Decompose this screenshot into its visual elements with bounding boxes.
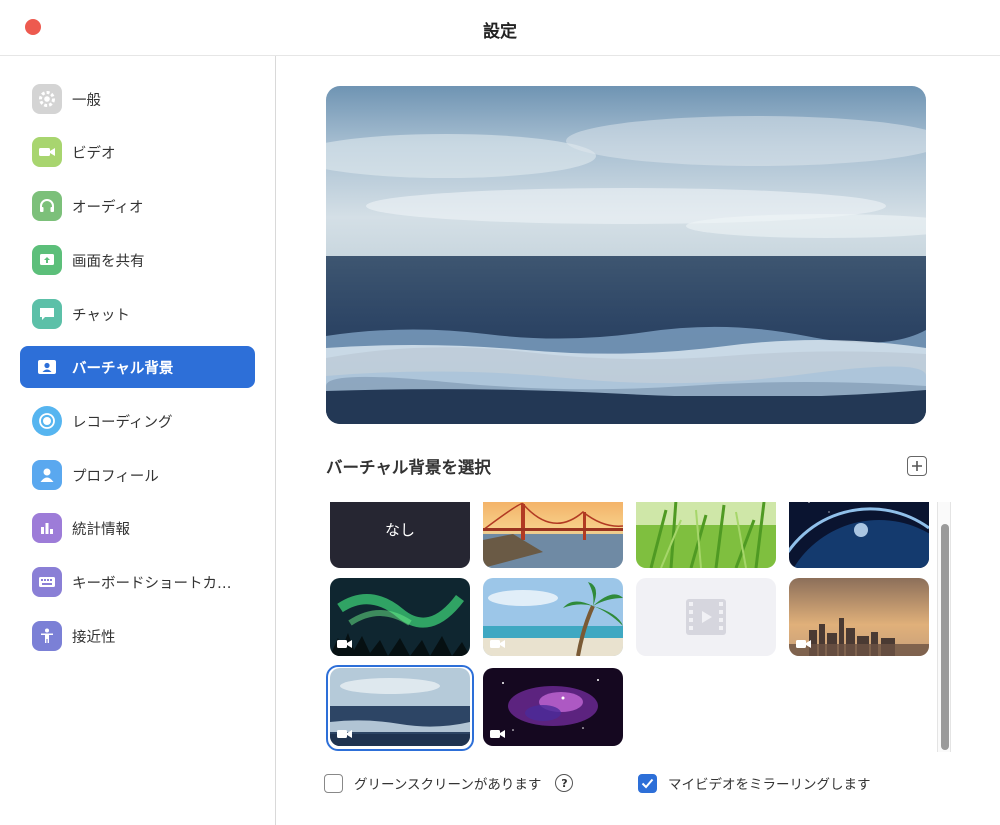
none-label: なし bbox=[384, 520, 415, 539]
plus-icon bbox=[912, 461, 922, 471]
green-screen-checkbox[interactable] bbox=[324, 773, 343, 793]
thumbnail-golden-gate-bridge[interactable] bbox=[483, 502, 623, 568]
scrollbar-thumb[interactable] bbox=[941, 524, 949, 750]
mirror-video-checkbox[interactable] bbox=[638, 773, 657, 793]
sidebar-item-statistics[interactable]: 統計情報 bbox=[20, 507, 255, 549]
thumbnail-earth-from-space[interactable] bbox=[789, 502, 929, 568]
sidebar-item-label: オーディオ bbox=[72, 199, 144, 216]
sidebar-item-recording[interactable]: レコーディング bbox=[20, 400, 255, 442]
sidebar-item-general[interactable]: 一般 bbox=[20, 78, 255, 120]
mirror-video-option[interactable]: マイビデオをミラーリングします bbox=[638, 773, 871, 793]
sidebar-item-label: 一般 bbox=[72, 92, 101, 109]
sidebar-item-chat[interactable]: チャット bbox=[20, 293, 255, 335]
accessibility-icon bbox=[32, 621, 62, 651]
thumbnail-none[interactable]: なし bbox=[330, 502, 470, 568]
video-camera-icon bbox=[490, 730, 505, 738]
background-preview bbox=[326, 86, 926, 424]
checkmark-icon bbox=[641, 778, 654, 788]
sidebar-item-audio[interactable]: オーディオ bbox=[20, 185, 255, 227]
sidebar-item-video[interactable]: ビデオ bbox=[20, 131, 255, 173]
headphones-icon bbox=[32, 191, 62, 221]
sidebar-item-label: レコーディング bbox=[72, 414, 173, 431]
sidebar-item-profile[interactable]: プロフィール bbox=[20, 454, 255, 496]
film-icon bbox=[686, 599, 726, 635]
thumbnail-scrollbar[interactable] bbox=[937, 502, 951, 752]
main-panel: バーチャル背景を選択 なし グリーンスクリーンがあります ? マイビデオをミラー… bbox=[277, 56, 1000, 825]
green-screen-option[interactable]: グリーンスクリーンがあります ? bbox=[324, 773, 574, 793]
select-background-title: バーチャル背景を選択 bbox=[326, 458, 491, 477]
sidebar-item-label: プロフィール bbox=[72, 468, 159, 485]
add-background-button[interactable] bbox=[907, 456, 927, 476]
selected-thumbnail-highlight bbox=[326, 665, 474, 751]
sidebar-item-virtual-background[interactable]: バーチャル背景 bbox=[20, 346, 255, 388]
thumbnail-grass[interactable] bbox=[636, 502, 776, 568]
help-icon[interactable]: ? bbox=[555, 774, 574, 792]
sidebar-item-label: チャット bbox=[72, 307, 130, 324]
person-icon bbox=[32, 460, 62, 490]
video-camera-icon bbox=[796, 640, 811, 648]
mirror-video-label: マイビデオをミラーリングします bbox=[668, 777, 871, 793]
thumbnail-city-skyline[interactable] bbox=[789, 578, 929, 656]
share-screen-icon bbox=[32, 245, 62, 275]
sidebar-item-label: 画面を共有 bbox=[72, 253, 145, 270]
sidebar-item-share-screen[interactable]: 画面を共有 bbox=[20, 239, 255, 281]
video-camera-icon bbox=[337, 640, 352, 648]
sidebar-item-label: キーボードショートカ… bbox=[72, 575, 232, 592]
thumbnail-beach-palm[interactable] bbox=[483, 578, 623, 656]
sidebar-item-label: ビデオ bbox=[72, 145, 116, 162]
title-bar: 設定 bbox=[0, 0, 1000, 56]
gear-icon bbox=[32, 84, 62, 114]
thumbnail-video-placeholder[interactable] bbox=[636, 578, 776, 656]
thumbnail-galaxy[interactable] bbox=[483, 668, 623, 746]
sidebar-item-accessibility[interactable]: 接近性 bbox=[20, 615, 255, 657]
keyboard-icon bbox=[32, 567, 62, 597]
chat-bubble-icon bbox=[32, 299, 62, 329]
sidebar-item-label: バーチャル背景 bbox=[72, 360, 174, 377]
person-card-icon bbox=[32, 352, 62, 382]
record-icon bbox=[32, 406, 62, 436]
sidebar-item-keyboard-shortcuts[interactable]: キーボードショートカ… bbox=[20, 561, 255, 603]
window-title: 設定 bbox=[483, 22, 517, 42]
video-camera-icon bbox=[490, 640, 505, 648]
video-camera-icon bbox=[32, 137, 62, 167]
green-screen-label: グリーンスクリーンがあります bbox=[354, 777, 542, 793]
sidebar-item-label: 接近性 bbox=[72, 629, 116, 646]
sidebar-item-label: 統計情報 bbox=[72, 521, 130, 538]
bar-chart-icon bbox=[32, 513, 62, 543]
sidebar: 一般 ビデオ オーディオ 画面を共有 チャット バーチャル背景 レコーディング … bbox=[0, 56, 276, 825]
thumbnail-aurora[interactable] bbox=[330, 578, 470, 656]
